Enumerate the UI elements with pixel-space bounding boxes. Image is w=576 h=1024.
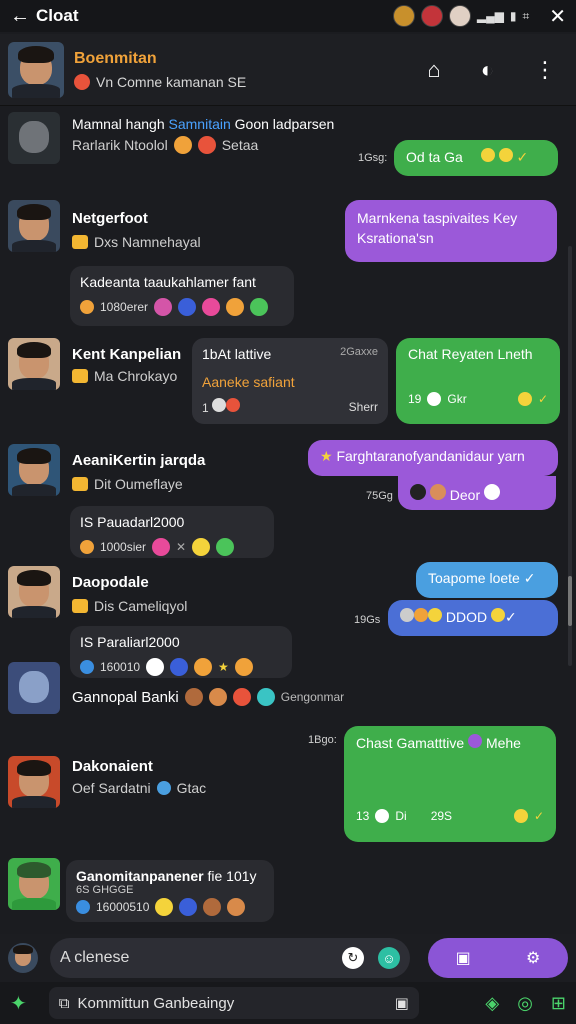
user-sub: Dxs Namnehayal — [72, 234, 201, 250]
user-sub: Dit Oumeflaye — [72, 476, 183, 492]
attachment-card[interactable]: 1bAt lattive 2Gaxxe Aaneke safiant 1 Sher… — [192, 338, 388, 424]
contact-status-text: Vn Comne kamanan SE — [96, 73, 247, 90]
bottom-field-text: Kommittun Ganbeaingy — [77, 994, 235, 1012]
user-name: AeaniKertin jarqda — [72, 452, 206, 469]
attachment-card[interactable]: IS Pauadarl2000 1000sier ✕ — [70, 506, 274, 558]
signal-icon: ▂▄▆ — [476, 9, 504, 23]
read-check-icon: ✓ — [516, 149, 529, 165]
user-name: Dakonaient — [72, 758, 153, 775]
back-arrow-icon[interactable]: ← — [10, 5, 36, 28]
message-time: 75Gg — [366, 490, 393, 502]
attachment-card[interactable]: Ganomitanpanener fie 101y 6S GHGGE 16000… — [66, 860, 274, 922]
contact-status: Vn Comne kamanan SE — [74, 73, 247, 90]
gallery-icon[interactable]: ▣ — [456, 948, 471, 968]
outgoing-bubble[interactable]: Marnkena taspivaites Key Ksrationa'sn — [345, 200, 557, 262]
more-icon[interactable]: ⋮ — [534, 57, 556, 83]
user-name: Gannopal Banki Gengonmar — [72, 688, 345, 706]
participant-avatar-3[interactable] — [448, 5, 471, 27]
user-avatar[interactable] — [8, 662, 60, 714]
header-avatar[interactable] — [8, 41, 64, 98]
outgoing-bubble[interactable]: ★ Farghtaranofyandanidaur yarn — [308, 440, 558, 476]
close-icon[interactable]: ✕ — [549, 4, 566, 29]
chat-icon[interactable]: ◎ — [517, 993, 533, 1014]
bottom-search-field[interactable]: ⧉ Kommittun Ganbeaingy ▣ — [48, 987, 419, 1019]
user-name: Netgerfoot — [72, 210, 148, 227]
user-avatar[interactable] — [8, 566, 60, 618]
user-avatar[interactable] — [8, 200, 60, 252]
participant-avatar-2[interactable] — [420, 5, 443, 27]
scroll-thumb[interactable] — [568, 576, 572, 626]
user-name: Daopodale — [72, 574, 149, 591]
chat-scrollbar[interactable] — [568, 246, 572, 666]
header-actions: ⌂ ◐ ⋮ — [427, 57, 568, 83]
message-time: 1Gsg: — [358, 152, 388, 164]
user-avatar[interactable] — [8, 112, 60, 164]
shield-icon[interactable]: ◈ — [485, 993, 499, 1014]
sparkle-icon[interactable]: ✦ — [10, 991, 27, 1016]
user-name: Mamnal hangh Samnitain Goon ladparsen — [72, 116, 335, 132]
card-meta: 1080erer — [80, 298, 284, 316]
badge-icon — [72, 235, 88, 249]
card-text: Kadeanta taaukahlamer fant — [80, 274, 256, 290]
outgoing-bubble[interactable]: Toapome loete ✓ — [416, 562, 558, 598]
outgoing-bubble[interactable]: Chast Gamatttive Mehe 13 Di 29S ✓ — [344, 726, 556, 842]
user-avatar[interactable] — [8, 756, 60, 808]
copy-icon: ⧉ — [58, 994, 70, 1012]
settings-icon[interactable]: ⚙ — [526, 948, 540, 968]
outgoing-bubble[interactable]: Chat Reyaten Lneth 19 Gkr ✓ — [396, 338, 560, 424]
user-avatar[interactable] — [8, 858, 60, 910]
user-avatar[interactable] — [8, 444, 60, 496]
bag-icon[interactable]: ⌂ — [427, 57, 440, 83]
message-time: 19Gs — [354, 614, 381, 626]
outgoing-reaction[interactable]: Deor — [398, 476, 556, 510]
composer: A clenese ↻ ☺ ▣ ⚙ — [0, 934, 576, 982]
mute-icon[interactable]: ◐ — [481, 57, 494, 83]
message-input-text[interactable]: A clenese — [60, 949, 129, 967]
header-info: Boenmitan Vn Comne kamanan SE — [74, 50, 246, 90]
user-sub: Ma Chrokayo — [72, 368, 177, 384]
self-avatar[interactable] — [8, 943, 38, 973]
user-sub: Rarlarik Ntoolol Setaa — [72, 136, 259, 154]
attachment-card[interactable]: Kadeanta taaukahlamer fant 1080erer — [70, 266, 294, 326]
user-sub: Dis Cameliqyol — [72, 598, 187, 614]
battery-icon: ▮ — [509, 9, 517, 23]
message-input[interactable]: A clenese ↻ ☺ — [50, 938, 410, 978]
bottom-icons: ◈ ◎ ⊞ — [485, 993, 566, 1014]
attachment-card[interactable]: IS Paraliarl2000 160010 ★ — [70, 626, 292, 678]
network-icon: ⌗ — [522, 8, 530, 23]
user-avatar[interactable] — [8, 338, 60, 390]
grid-icon[interactable]: ⊞ — [551, 993, 566, 1014]
chat-header: Boenmitan Vn Comne kamanan SE ⌂ ◐ ⋮ — [0, 34, 576, 106]
message-time: 1Bgo: — [308, 734, 337, 746]
refresh-icon[interactable]: ↻ — [342, 947, 364, 969]
send-actions: ▣ ⚙ — [428, 938, 568, 978]
user-name: Kent Kanpelian — [72, 346, 182, 363]
user-sub: Oef Sardatni Gtac — [72, 780, 207, 796]
app-title: Cloat — [36, 6, 79, 25]
chat-list[interactable]: Mamnal hangh Samnitain Goon ladparsen Ra… — [0, 106, 576, 934]
status-right: ▂▄▆ ▮ ⌗ ✕ — [392, 4, 566, 29]
participant-avatar-1[interactable] — [392, 5, 415, 27]
status-emoji-icon — [74, 73, 90, 90]
outgoing-reaction[interactable]: DDOD ✓ — [388, 600, 558, 636]
outgoing-bubble[interactable]: Od ta Ga ✓ — [394, 140, 558, 176]
bottom-bar: ✦ ⧉ Kommittun Ganbeaingy ▣ ◈ ◎ ⊞ — [0, 982, 576, 1024]
image-icon[interactable]: ▣ — [395, 994, 409, 1012]
emoji-icon[interactable]: ☺ — [378, 947, 400, 969]
status-bar: ← Cloat ▂▄▆ ▮ ⌗ ✕ — [0, 0, 576, 32]
contact-name[interactable]: Boenmitan — [74, 50, 246, 68]
